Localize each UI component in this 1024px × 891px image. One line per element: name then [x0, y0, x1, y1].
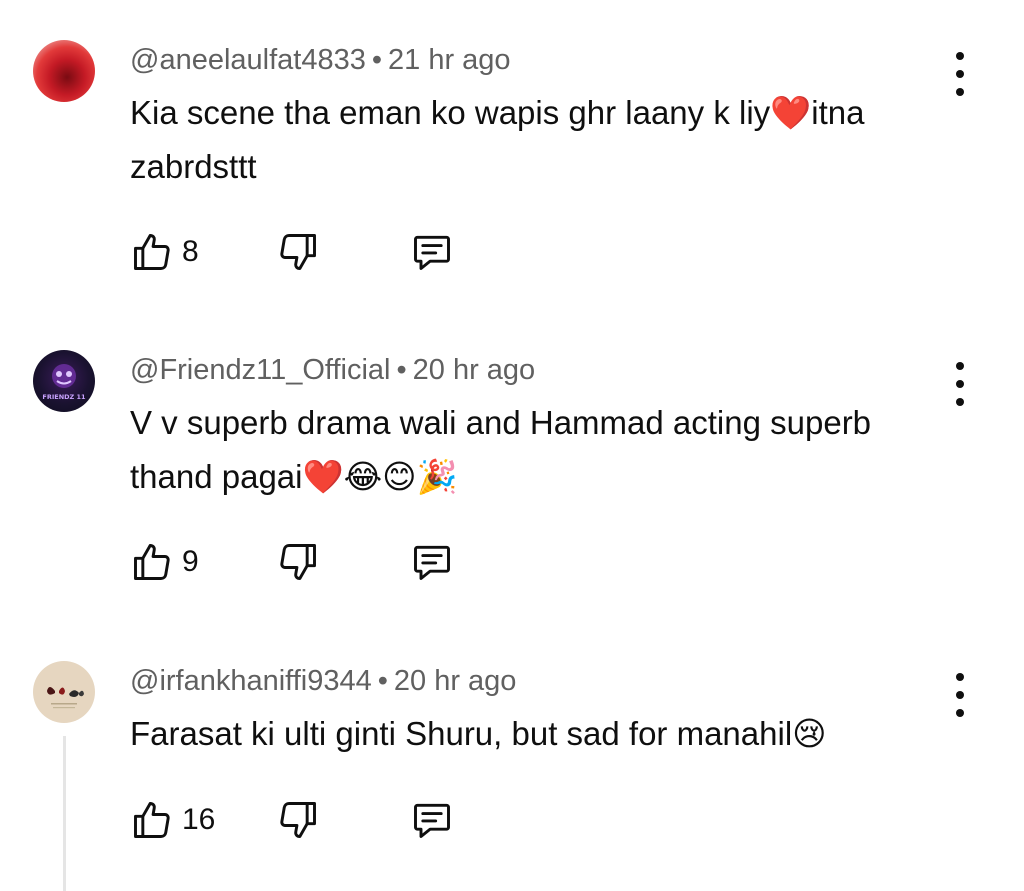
thumbs-up-icon — [134, 802, 170, 838]
like-button[interactable]: 9 — [130, 540, 199, 584]
avatar-text: FRIENDZ 11 — [42, 393, 86, 401]
butterfly-icon — [47, 687, 84, 709]
avatar-logo: FRIENDZ 11 — [42, 364, 86, 401]
comment-reply-icon — [414, 545, 450, 580]
more-options-button[interactable] — [946, 52, 974, 96]
comment-text: Kia scene tha eman ko wapis ghr laany k … — [130, 94, 865, 185]
meta-separator: • — [371, 44, 383, 76]
thumbs-up-icon — [134, 234, 170, 270]
thumbs-up-icon — [134, 544, 170, 580]
like-count: 9 — [182, 545, 199, 578]
thread-line — [63, 736, 66, 891]
meta-separator: • — [377, 665, 388, 697]
comment-actions: 16 — [130, 798, 530, 846]
more-options-button[interactable] — [946, 362, 974, 406]
comment-actions: 9 — [130, 540, 530, 588]
like-count: 8 — [182, 235, 199, 268]
comment-meta: @Friendz11_Official • 20 hr ago — [130, 354, 535, 387]
comment-text: Farasat ki ulti ginti Shuru, but sad for… — [130, 715, 827, 752]
meta-separator: • — [396, 354, 407, 386]
like-count: 16 — [182, 803, 216, 836]
comment-text: V v superb drama wali and Hammad acting … — [130, 404, 872, 495]
timestamp[interactable]: 20 hr ago — [394, 665, 517, 697]
avatar[interactable]: FRIENDZ 11 — [33, 350, 95, 412]
avatar[interactable] — [33, 40, 95, 102]
dislike-button[interactable] — [276, 798, 320, 842]
author-name[interactable]: @irfankhaniffi9344 — [130, 665, 372, 697]
reply-button[interactable] — [410, 540, 454, 584]
comment-meta: @irfankhaniffi9344 • 20 hr ago — [130, 665, 516, 698]
comment-reply-icon — [414, 235, 450, 270]
reply-button[interactable] — [410, 798, 454, 842]
like-button[interactable]: 8 — [130, 230, 199, 274]
timestamp[interactable]: 20 hr ago — [413, 354, 536, 386]
comment-actions: 8 — [130, 230, 530, 278]
more-options-button[interactable] — [946, 673, 974, 717]
thumbs-down-icon — [280, 234, 316, 270]
like-button[interactable]: 16 — [130, 798, 215, 842]
thumbs-down-icon — [280, 802, 316, 838]
more-vertical-icon — [956, 362, 964, 370]
dislike-button[interactable] — [276, 230, 320, 274]
timestamp[interactable]: 21 hr ago — [388, 44, 511, 76]
thumbs-down-icon — [280, 544, 316, 580]
more-vertical-icon — [956, 52, 964, 60]
comment-reply-icon — [414, 803, 450, 838]
more-vertical-icon — [956, 673, 964, 681]
dislike-button[interactable] — [276, 540, 320, 584]
comment-meta: @aneelaulfat4833 • 21 hr ago — [130, 44, 511, 77]
avatar[interactable] — [33, 661, 95, 723]
author-name[interactable]: @aneelaulfat4833 — [130, 44, 366, 76]
reply-button[interactable] — [410, 230, 454, 274]
author-name[interactable]: @Friendz11_Official — [130, 354, 390, 386]
